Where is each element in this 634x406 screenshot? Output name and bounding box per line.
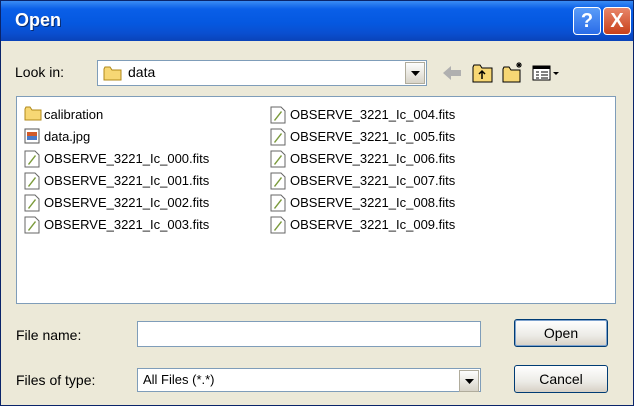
document-icon (270, 216, 286, 237)
up-folder-icon[interactable] (471, 61, 495, 85)
file-type-value: All Files (*.*) (143, 372, 215, 387)
document-icon (24, 172, 40, 193)
folder-icon (24, 106, 42, 124)
file-list-item-label: OBSERVE_3221_Ic_006.fits (290, 151, 456, 166)
look-in-label: Look in: (15, 64, 65, 80)
file-list-item-label: OBSERVE_3221_Ic_007.fits (290, 173, 456, 188)
file-list-item-label: calibration (44, 107, 104, 122)
document-icon (270, 106, 286, 127)
file-list-item-label: OBSERVE_3221_Ic_000.fits (44, 151, 210, 166)
file-type-dropdown-button[interactable] (459, 370, 479, 392)
file-list-item-label: OBSERVE_3221_Ic_001.fits (44, 173, 210, 188)
file-type-dropdown[interactable]: All Files (*.*) (137, 368, 481, 392)
look-in-dropdown-button[interactable] (405, 62, 425, 84)
document-icon (24, 150, 40, 171)
file-list-item-label: OBSERVE_3221_Ic_009.fits (290, 217, 456, 232)
document-icon (24, 194, 40, 215)
file-list-item-label: OBSERVE_3221_Ic_004.fits (290, 107, 456, 122)
document-icon (270, 128, 286, 149)
file-list[interactable]: calibration data.jpg OBSERVE_3221_Ic_000.f… (16, 96, 616, 304)
view-menu-icon[interactable] (531, 61, 561, 85)
file-list-item-label: OBSERVE_3221_Ic_003.fits (44, 217, 210, 232)
dialog-title: Open (15, 10, 62, 30)
file-list-item-label: OBSERVE_3221_Ic_008.fits (290, 195, 456, 210)
file-list-item-label: OBSERVE_3221_Ic_002.fits (44, 195, 210, 210)
title-bar[interactable]: Open ? X (1, 1, 633, 41)
back-arrow-icon[interactable] (441, 61, 463, 85)
cancel-button[interactable]: Cancel (514, 365, 608, 393)
open-dialog: Open ? X Look in: data calibration data.j… (0, 0, 634, 406)
look-in-value: data (128, 64, 156, 80)
chevron-down-icon (465, 379, 474, 384)
document-icon (270, 194, 286, 215)
close-button[interactable]: X (603, 7, 631, 35)
folder-icon (103, 66, 123, 85)
file-type-label: Files of type: (16, 372, 96, 388)
file-name-input[interactable] (137, 321, 481, 347)
help-button[interactable]: ? (573, 7, 601, 35)
document-icon (270, 172, 286, 193)
image-file-icon (24, 128, 40, 147)
file-list-item-label: data.jpg (44, 129, 91, 144)
file-name-label: File name: (16, 327, 82, 343)
file-list-item-label: OBSERVE_3221_Ic_005.fits (290, 129, 456, 144)
document-icon (270, 150, 286, 171)
chevron-down-icon (411, 71, 420, 76)
open-button[interactable]: Open (514, 319, 608, 347)
document-icon (24, 216, 40, 237)
look-in-dropdown[interactable]: data (97, 60, 427, 86)
new-folder-icon[interactable] (501, 61, 525, 85)
